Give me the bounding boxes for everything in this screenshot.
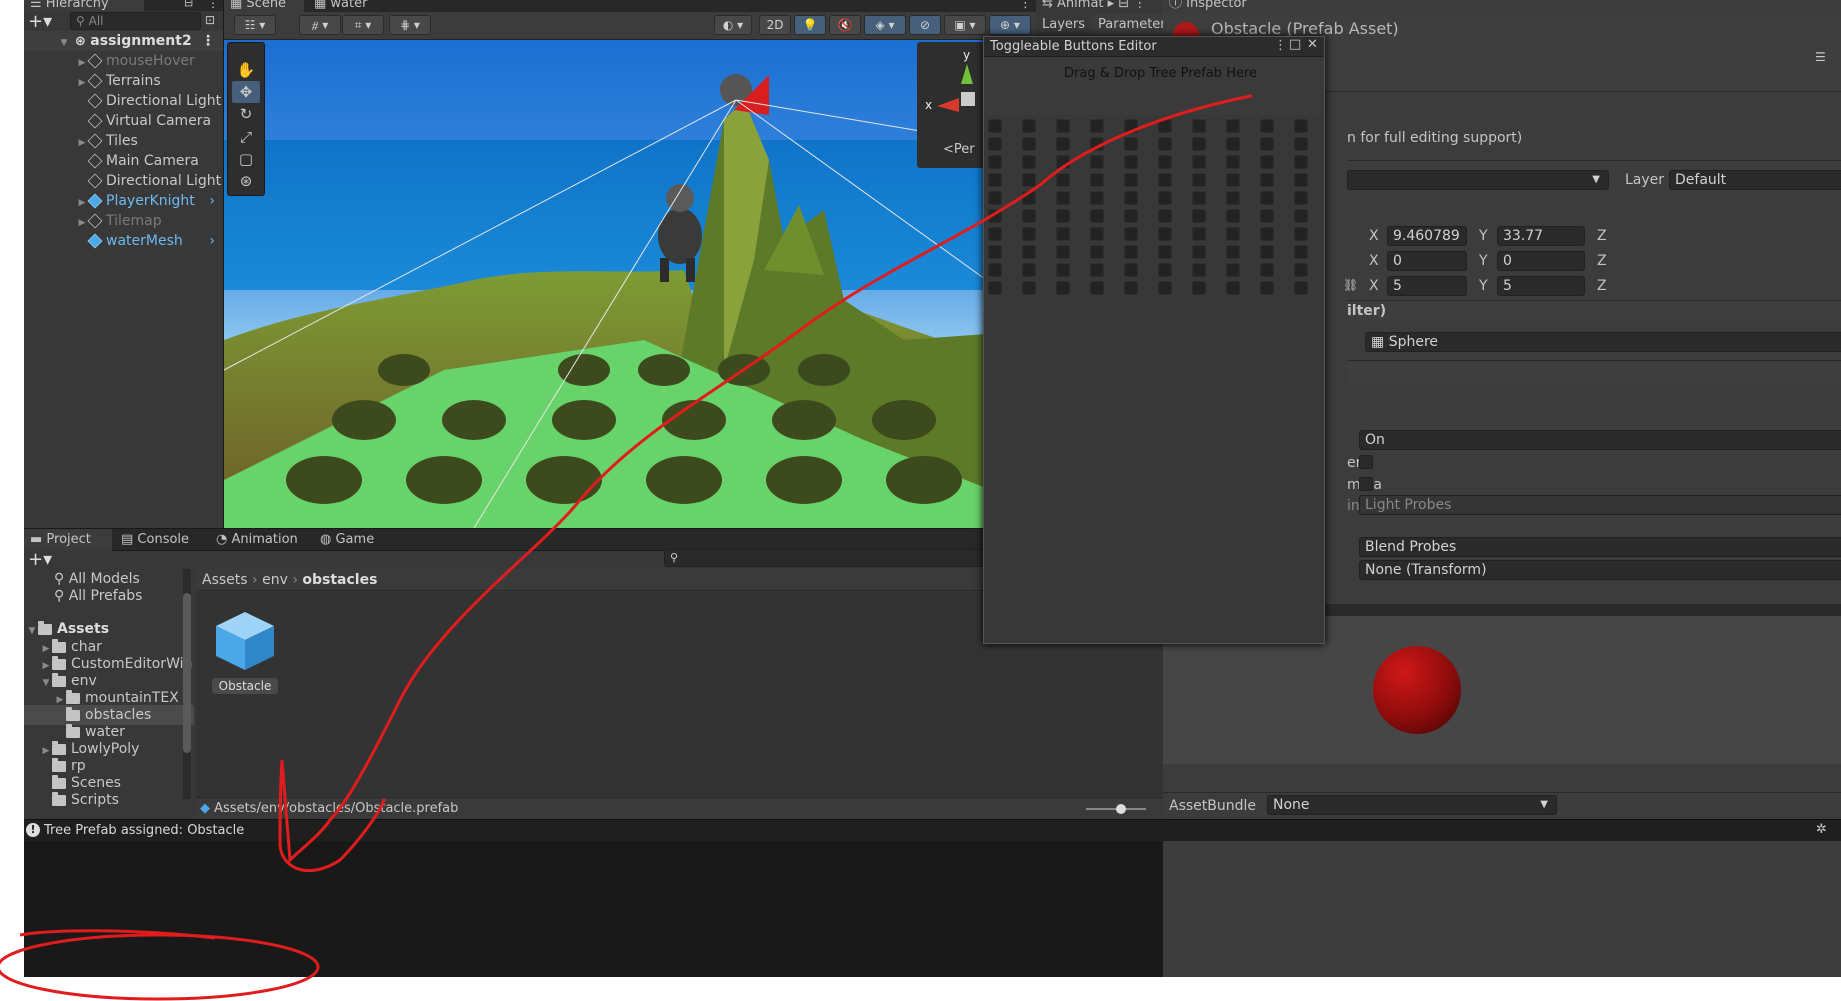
annotation-overlay [0,94,1253,1001]
annotation-circle [0,933,320,1001]
annotation-drag-line [278,94,1253,873]
